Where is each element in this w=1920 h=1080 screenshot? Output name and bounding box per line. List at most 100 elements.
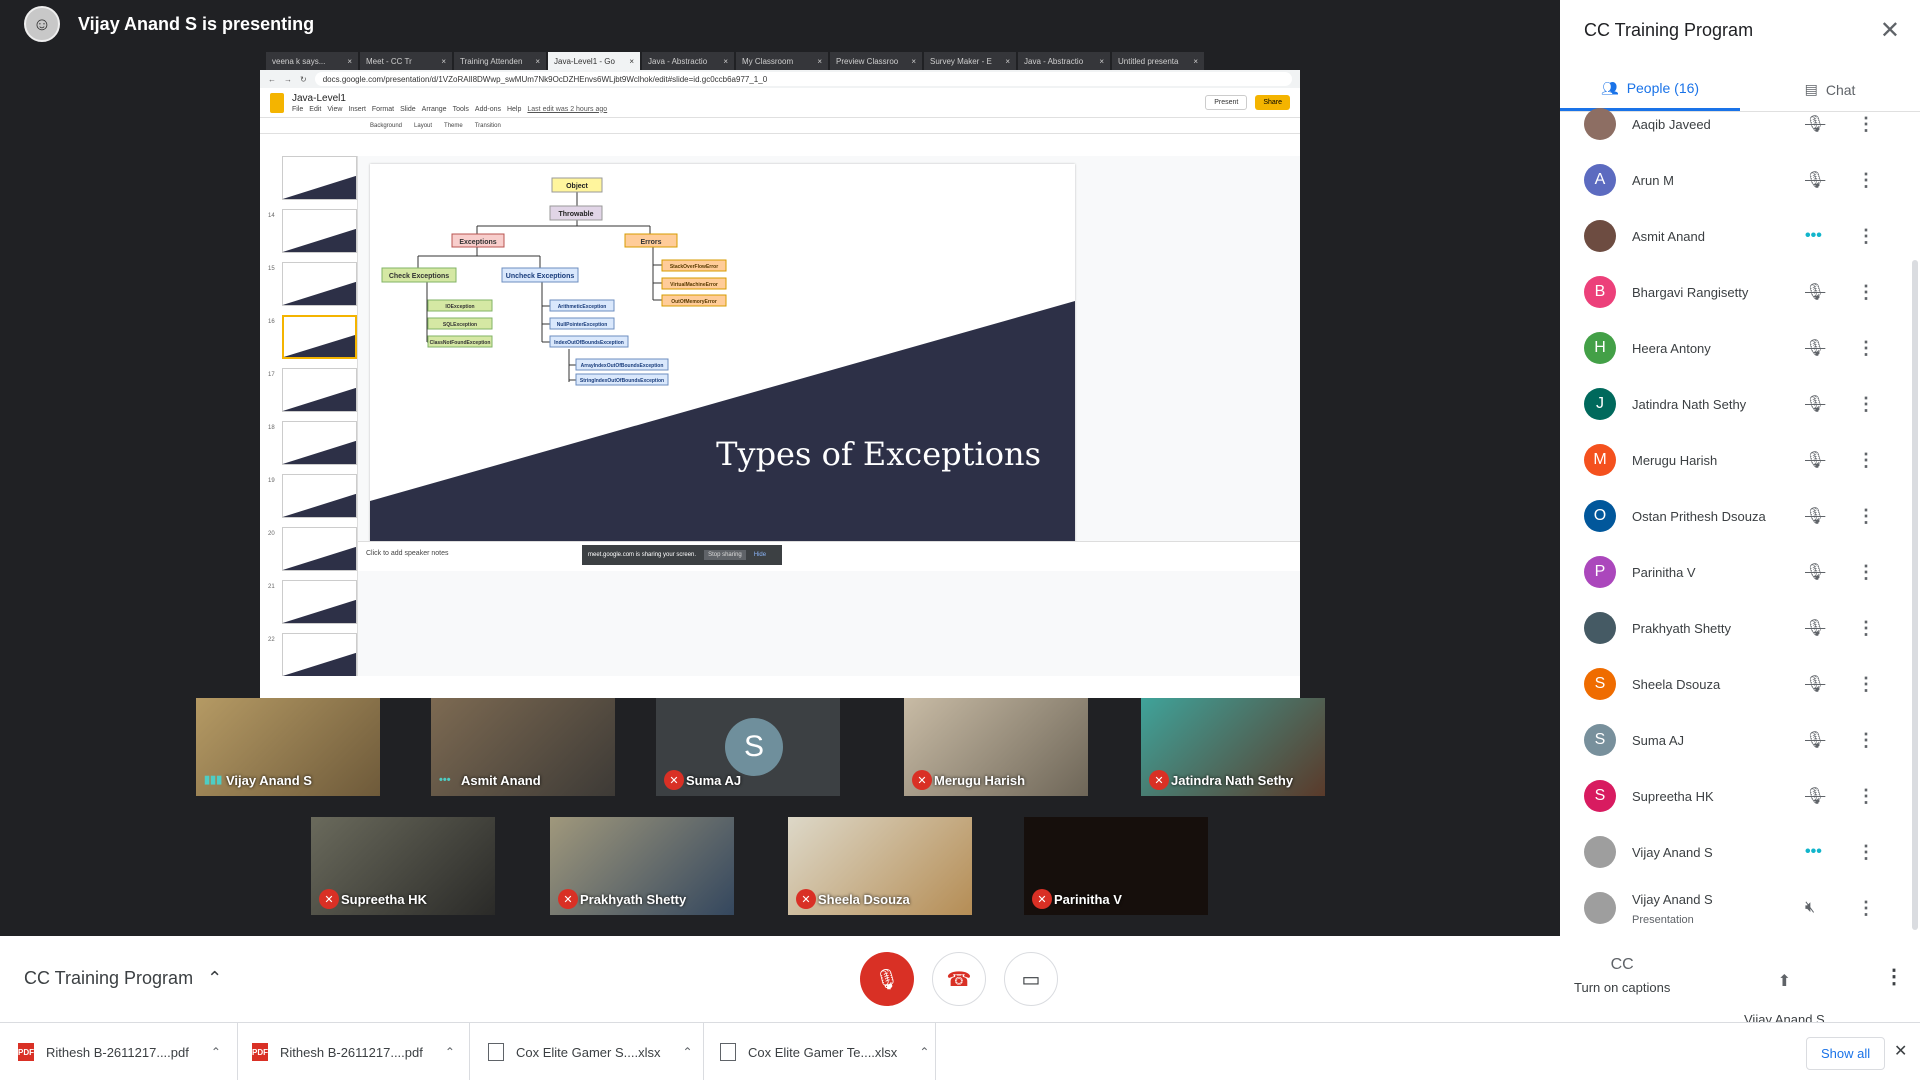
more-options-icon[interactable]: ⋮ <box>1884 964 1904 989</box>
participant-row[interactable]: M Merugu Harish 🎙︎ ⋮ <box>1560 432 1920 488</box>
download-item[interactable]: PDF Rithesh B-2611217....pdf ⌃ <box>18 1023 238 1080</box>
panel-scrollbar[interactable] <box>1912 260 1918 930</box>
people-icon: 👥︎ <box>1600 79 1619 96</box>
more-options-icon[interactable]: ⋮ <box>1857 898 1875 919</box>
video-tile[interactable]: ✕ Prakhyath Shetty <box>550 817 734 915</box>
mic-off-icon[interactable]: 🎙︎ <box>1805 170 1825 190</box>
mic-off-icon[interactable]: 🎙︎ <box>1805 114 1825 134</box>
show-all-button[interactable]: Show all <box>1806 1037 1886 1070</box>
more-options-icon[interactable]: ⋮ <box>1857 674 1875 695</box>
more-options-icon[interactable]: ⋮ <box>1857 114 1875 135</box>
camera-toggle-button[interactable]: ▭ <box>1004 952 1058 1006</box>
more-options-icon[interactable]: ⋮ <box>1857 226 1875 247</box>
more-options-icon[interactable]: ⋮ <box>1857 730 1875 751</box>
captions-button[interactable]: CC Turn on captions <box>1574 956 1670 995</box>
exception-hierarchy-diagram: Object Throwable Exceptions Errors Check… <box>370 177 1075 561</box>
mic-off-icon[interactable]: 🎙︎ <box>1805 506 1825 526</box>
participant-row[interactable]: O Ostan Prithesh Dsouza 🎙︎ ⋮ <box>1560 488 1920 544</box>
participant-name: Merugu Harish <box>934 773 1026 788</box>
download-item[interactable]: Cox Elite Gamer S....xlsx ⌃ <box>488 1023 704 1080</box>
mic-off-icon[interactable]: 🎙︎ <box>1805 394 1825 414</box>
stop-sharing-button: Stop sharing <box>704 550 746 560</box>
browser-tab: Survey Maker - E × <box>924 52 1016 70</box>
participant-row[interactable]: Vijay Anand S ••• ⋮ <box>1560 824 1920 880</box>
mic-toggle-button[interactable]: 🎙︎ <box>860 952 914 1006</box>
more-options-icon[interactable]: ⋮ <box>1857 786 1875 807</box>
more-options-icon[interactable]: ⋮ <box>1857 170 1875 191</box>
current-slide: Object Throwable Exceptions Errors Check… <box>370 164 1075 561</box>
meeting-details[interactable]: CC Training Program ⌃ <box>24 968 222 989</box>
url-text: docs.google.com/presentation/d/1VZoRAIl8… <box>314 72 1292 86</box>
slide-filmstrip: 14 15 16 17 18 19 20 21 22 <box>260 156 358 676</box>
participant-avatar <box>1584 892 1616 924</box>
participant-row[interactable]: J Jatindra Nath Sethy 🎙︎ ⋮ <box>1560 376 1920 432</box>
svg-text:SQLException: SQLException <box>443 322 477 328</box>
docs-title: Java-Level1 <box>292 92 346 104</box>
video-tile[interactable]: S ✕ Suma AJ <box>656 698 840 796</box>
more-options-icon[interactable]: ⋮ <box>1857 394 1875 415</box>
speaking-indicator-icon[interactable]: ••• <box>1805 227 1822 245</box>
video-tile[interactable]: ✕ Merugu Harish <box>904 698 1088 796</box>
participant-row[interactable]: B Bhargavi Rangisetty 🎙︎ ⋮ <box>1560 264 1920 320</box>
participant-row[interactable]: P Parinitha V 🎙︎ ⋮ <box>1560 544 1920 600</box>
video-tile[interactable]: ✕ Parinitha V <box>1024 817 1208 915</box>
video-tile[interactable]: ••• Asmit Anand <box>431 698 615 796</box>
participant-row[interactable]: S Supreetha HK 🎙︎ ⋮ <box>1560 768 1920 824</box>
participant-row[interactable]: H Heera Antony 🎙︎ ⋮ <box>1560 320 1920 376</box>
docs-header: Java-Level1 File Edit View Insert Format Slid… <box>260 88 1300 118</box>
participant-row[interactable]: Prakhyath Shetty 🎙︎ ⋮ <box>1560 600 1920 656</box>
slide-thumbnail-selected <box>281 315 357 359</box>
browser-tab: Preview Classroo × <box>830 52 922 70</box>
more-options-icon[interactable]: ⋮ <box>1857 842 1875 863</box>
participant-row[interactable]: S Suma AJ 🎙︎ ⋮ <box>1560 712 1920 768</box>
more-options-icon[interactable]: ⋮ <box>1857 506 1875 527</box>
hide-button: Hide <box>753 552 767 558</box>
chevron-up-icon[interactable]: ⌃ <box>211 1045 221 1059</box>
video-tile[interactable]: ✕ Sheela Dsouza <box>788 817 972 915</box>
participant-row[interactable]: Asmit Anand ••• ⋮ <box>1560 208 1920 264</box>
participant-row[interactable]: Vijay Anand S Presentation 🔇︎ ⋮ <box>1560 880 1920 936</box>
mic-off-icon[interactable]: 🎙︎ <box>1805 282 1825 302</box>
video-tile[interactable]: ▮▮▮ Vijay Anand S <box>196 698 380 796</box>
more-options-icon[interactable]: ⋮ <box>1857 618 1875 639</box>
forward-icon: → <box>284 74 292 84</box>
browser-tabs: veena k says... × Meet - CC Tr × Training … <box>260 48 1300 70</box>
mic-off-icon[interactable]: 🎙︎ <box>1805 730 1825 750</box>
participant-row[interactable]: Aaqib Javeed 🎙︎ ⋮ <box>1560 100 1920 152</box>
volume-off-icon[interactable]: 🔇︎ <box>1805 899 1815 917</box>
chevron-up-icon[interactable]: ⌃ <box>919 1045 929 1059</box>
close-icon[interactable]: ✕ <box>1880 16 1900 45</box>
close-icon[interactable]: ✕ <box>1894 1041 1907 1061</box>
more-options-icon[interactable]: ⋮ <box>1857 338 1875 359</box>
participant-name: Supreetha HK <box>1632 788 1714 804</box>
browser-tab: Untitled presenta × <box>1112 52 1204 70</box>
participant-row[interactable]: S Sheela Dsouza 🎙︎ ⋮ <box>1560 656 1920 712</box>
participant-name: Vijay Anand S <box>1632 892 1713 907</box>
slide-thumbnail <box>281 527 357 571</box>
browser-tab: veena k says... × <box>266 52 358 70</box>
mic-off-icon[interactable]: 🎙︎ <box>1805 450 1825 470</box>
participant-avatar: H <box>1584 332 1616 364</box>
svg-text:ArithmeticException: ArithmeticException <box>558 304 607 310</box>
mic-off-icon[interactable]: 🎙︎ <box>1805 338 1825 358</box>
mic-off-icon[interactable]: 🎙︎ <box>1805 674 1825 694</box>
mic-off-icon[interactable]: 🎙︎ <box>1805 786 1825 806</box>
participant-avatar: S <box>1584 668 1616 700</box>
more-options-icon[interactable]: ⋮ <box>1857 282 1875 303</box>
participant-name: Arun M <box>1632 172 1674 188</box>
more-options-icon[interactable]: ⋮ <box>1857 450 1875 471</box>
download-item[interactable]: Cox Elite Gamer Te....xlsx ⌃ <box>720 1023 936 1080</box>
chevron-up-icon[interactable]: ⌃ <box>445 1045 455 1059</box>
mic-off-icon[interactable]: 🎙︎ <box>1805 618 1825 638</box>
mic-off-icon[interactable]: 🎙︎ <box>1805 562 1825 582</box>
more-options-icon[interactable]: ⋮ <box>1857 562 1875 583</box>
video-tile[interactable]: ✕ Jatindra Nath Sethy <box>1141 698 1325 796</box>
chevron-up-icon[interactable]: ⌃ <box>682 1045 692 1059</box>
speaking-indicator-icon[interactable]: ••• <box>1805 843 1822 861</box>
browser-tab: Java - Abstractio × <box>642 52 734 70</box>
download-item[interactable]: PDF Rithesh B-2611217....pdf ⌃ <box>252 1023 470 1080</box>
video-tile[interactable]: ✕ Supreetha HK <box>311 817 495 915</box>
participant-row[interactable]: A Arun M 🎙︎ ⋮ <box>1560 152 1920 208</box>
slide-thumbnail <box>281 421 357 465</box>
leave-call-button[interactable]: ☎︎ <box>932 952 986 1006</box>
